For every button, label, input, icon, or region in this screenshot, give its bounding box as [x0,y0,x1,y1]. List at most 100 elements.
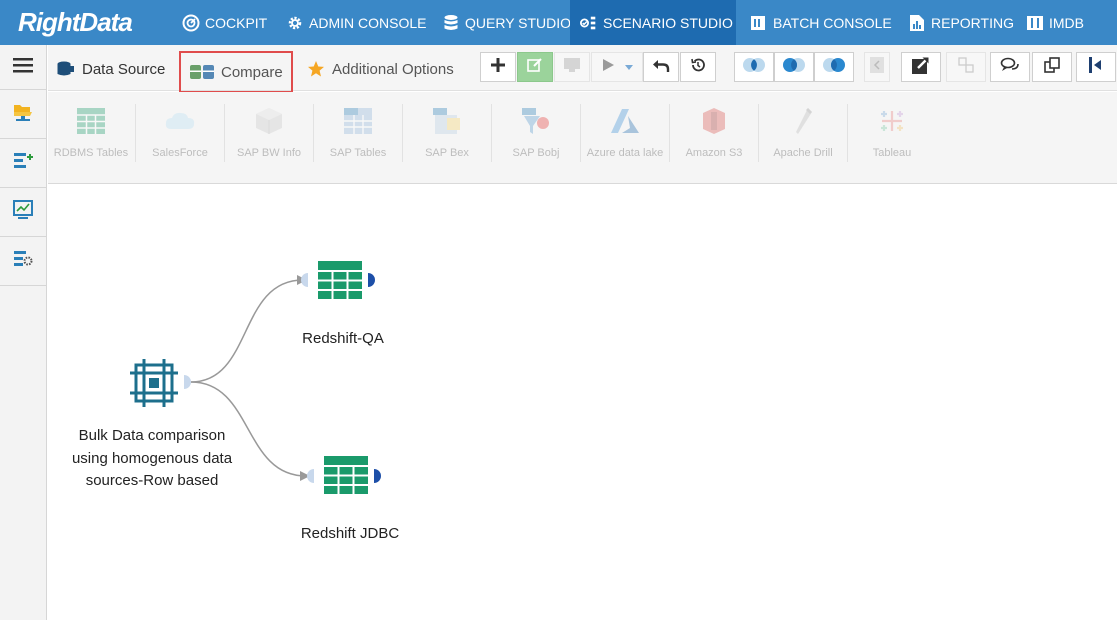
add-button[interactable] [480,52,516,82]
tab-data-source-label: Data Source [82,60,166,78]
export-icon [911,55,931,80]
separator [313,104,314,162]
separator [847,104,848,162]
top-navigation: RightData COCKPIT ADMIN CONSOLE QUERY ST… [0,0,1117,45]
connector-azure-data-lake[interactable]: Azure data lake [585,92,665,184]
collapse-button[interactable] [864,52,890,82]
scenario-icon [580,14,598,32]
connector-sap-bw-info[interactable]: SAP BW Info [229,92,309,184]
connector-label: SAP BW Info [237,147,301,159]
copy-button[interactable] [1032,52,1072,82]
right-join-icon [820,56,848,79]
connector-label: SalesForce [152,147,208,159]
separator [758,104,759,162]
connector-label: RDBMS Tables [53,147,129,159]
data-source-icon [56,60,76,78]
app-logo[interactable]: RightData [0,0,170,45]
redshift-jdbc-label[interactable]: Redshift JDBC [280,523,420,546]
left-join-icon [780,56,808,79]
separator [224,104,225,162]
nav-reporting-label: REPORTING [931,14,1014,31]
connector-apache-drill[interactable]: Apache Drill [763,92,843,184]
nav-cockpit[interactable]: COCKPIT [172,0,277,45]
menu-button[interactable] [0,45,46,90]
tab-toolbar: Data Source Compare Additional Options [48,45,1117,93]
connector-salesforce[interactable]: SalesForce [140,92,220,184]
compare-icon [189,63,215,81]
preview-button[interactable] [554,52,590,82]
sap-bobj-icon [519,104,553,138]
nav-admin-console-label: ADMIN CONSOLE [309,14,427,31]
star-icon [306,60,326,78]
tab-additional-options[interactable]: Additional Options [306,53,454,85]
nav-scenario-studio-label: SCENARIO STUDIO [603,14,733,31]
monitor-icon [563,57,581,78]
rdbms-table-icon [74,104,108,138]
menu-icon [12,56,34,79]
tab-data-source[interactable]: Data Source [56,53,165,85]
panel-toggle-button[interactable] [1076,52,1116,82]
inner-join-button[interactable] [734,52,774,82]
imdb-icon [1026,14,1044,32]
nav-cockpit-label: COCKPIT [205,14,268,31]
gear-icon [286,14,304,32]
sap-bw-cube-icon [252,104,286,138]
history-icon [690,57,706,78]
export-button[interactable] [901,52,941,82]
connector-sap-bobj[interactable]: SAP Bobj [496,92,576,184]
right-join-button[interactable] [814,52,854,82]
nav-imdb-label: IMDB [1049,14,1084,31]
separator [135,104,136,162]
nav-admin-console[interactable]: ADMIN CONSOLE [276,0,436,45]
connector-label: SAP Tables [329,147,387,159]
nav-reporting[interactable]: REPORTING [898,0,1024,45]
history-button[interactable] [680,52,716,82]
connector-sap-tables[interactable]: SAP Tables [318,92,398,184]
nav-batch-console[interactable]: BATCH CONSOLE [740,0,902,45]
dashboard-button[interactable] [0,188,46,237]
connector-label: SAP Bex [425,147,469,159]
tab-compare[interactable]: Compare [179,51,293,93]
source-node-label[interactable]: Bulk Data comparison using homogenous da… [62,425,242,493]
open-scenario-button[interactable] [0,90,46,139]
nav-imdb[interactable]: IMDB [1016,0,1094,45]
database-icon [442,14,460,32]
scenario-settings-button[interactable] [0,237,46,286]
connector-tableau[interactable]: Tableau [852,92,932,184]
redshift-qa-label[interactable]: Redshift-QA [280,328,406,351]
collapse-left-icon [869,56,885,79]
tab-additional-options-label: Additional Options [332,60,454,78]
settings-scenario-icon [12,248,34,275]
group-icon [957,56,975,79]
redshift-qa-output-port [368,273,375,287]
source-output-port [184,375,191,389]
apache-drill-icon [786,104,820,138]
comments-button[interactable] [990,52,1030,82]
nav-query-studio[interactable]: QUERY STUDIO [432,0,581,45]
connector-rdbms-tables[interactable]: RDBMS Tables [51,92,131,184]
group-button[interactable] [946,52,986,82]
connector-sap-bex[interactable]: SAP Bex [407,92,487,184]
edit-button[interactable] [517,52,553,82]
scenario-canvas[interactable]: Bulk Data comparison using homogenous da… [48,185,1117,620]
undo-icon [652,57,670,78]
left-sidebar [0,45,47,620]
connector-label: Apache Drill [773,147,833,159]
comments-icon [1000,57,1020,78]
connector-amazon-s3[interactable]: Amazon S3 [674,92,754,184]
separator [580,104,581,162]
connector-label: Tableau [872,147,912,159]
edit-icon [526,57,544,78]
batch-icon [750,14,768,32]
nav-scenario-studio[interactable]: SCENARIO STUDIO [570,0,736,45]
plus-icon [490,57,506,78]
separator [491,104,492,162]
run-button[interactable] [591,52,643,82]
undo-button[interactable] [643,52,679,82]
add-scenario-icon [12,150,34,177]
speedometer-icon [182,14,200,32]
separator [402,104,403,162]
left-join-button[interactable] [774,52,814,82]
salesforce-cloud-icon [163,104,197,138]
add-scenario-button[interactable] [0,139,46,188]
